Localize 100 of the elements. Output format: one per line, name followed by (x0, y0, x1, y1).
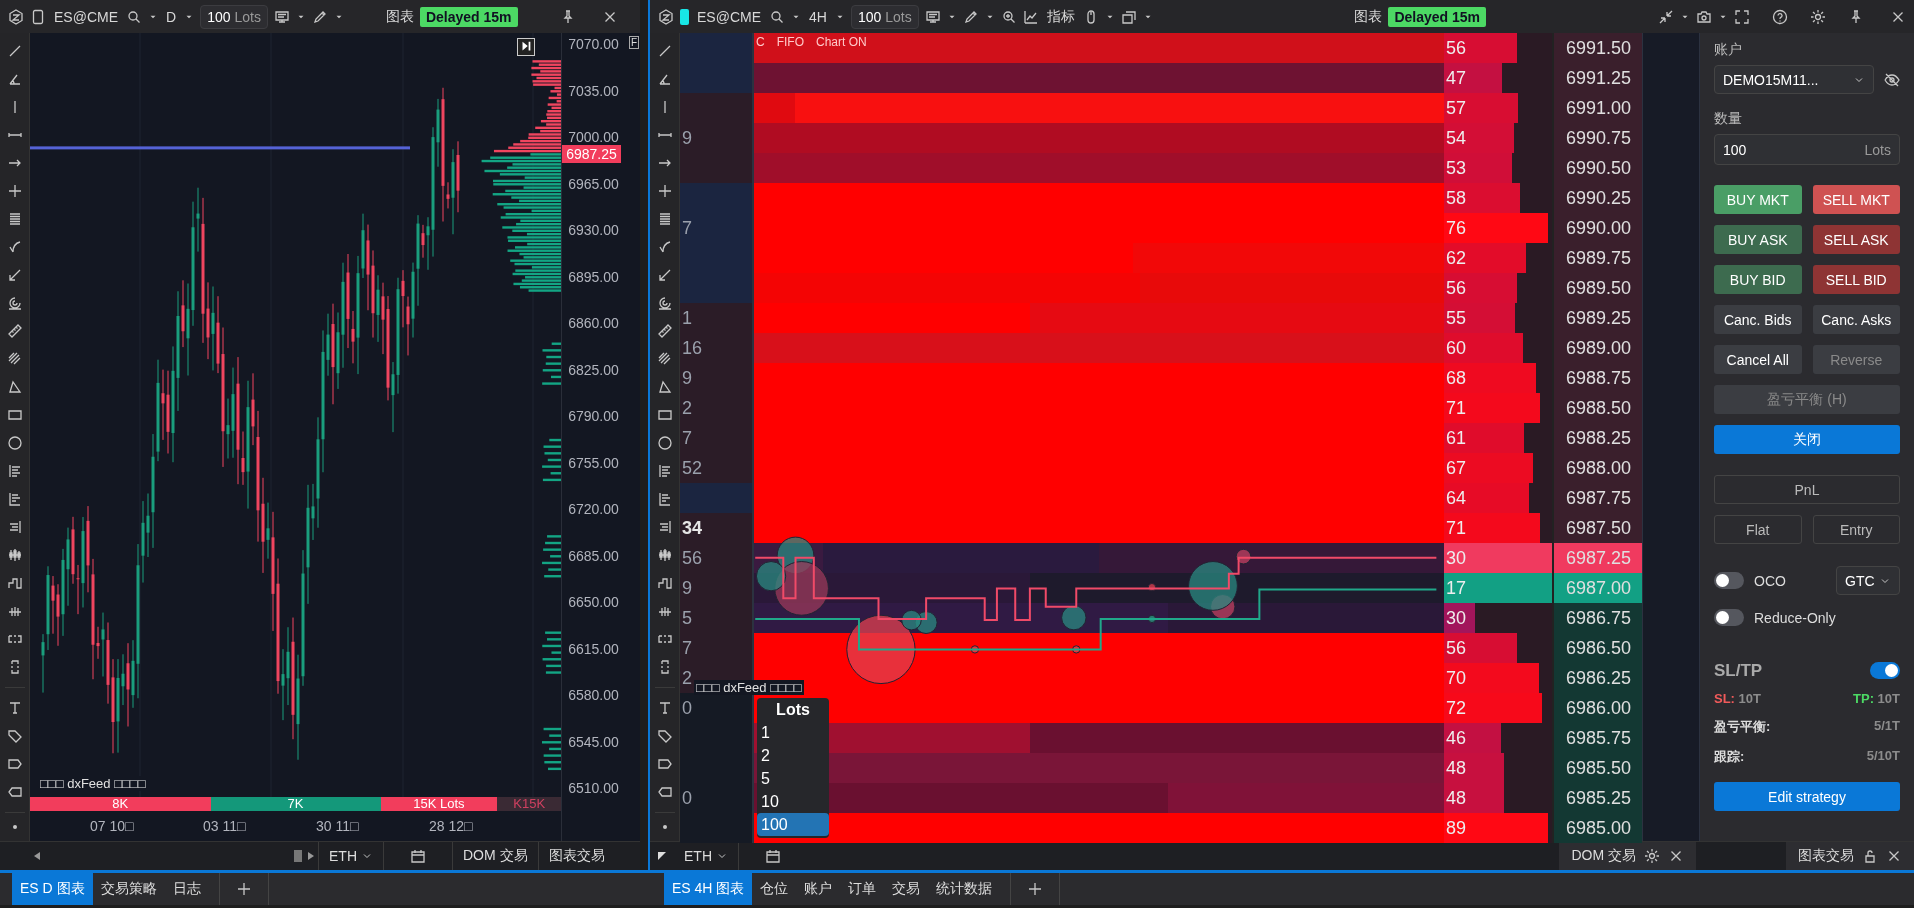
edit-strategy-button[interactable]: Edit strategy (1714, 782, 1900, 811)
price-cell[interactable]: 6989.25 (1552, 303, 1642, 333)
symbol-button[interactable]: ES@CME (695, 8, 763, 25)
timeframe-button[interactable]: 4H (807, 8, 829, 25)
menu-item[interactable]: 10 (757, 790, 829, 813)
order-button[interactable]: Canc. Bids (1714, 305, 1802, 334)
date-label: 28 12□ (429, 818, 473, 834)
menu-item[interactable]: 5 (757, 767, 829, 790)
time-in-force-dropdown[interactable]: GTC (1836, 566, 1900, 595)
price-label: 6685.00 (568, 547, 619, 564)
volume-value: 56 (1445, 37, 1468, 60)
entry-button[interactable]: Entry (1812, 515, 1900, 544)
menu-item[interactable]: 1 (757, 721, 829, 744)
price-label: 6580.00 (568, 687, 619, 703)
pnl-button[interactable]: PnL (1714, 475, 1900, 504)
price-cell[interactable]: 6985.75 (1552, 723, 1642, 753)
account-dropdown[interactable]: DEMO15M11... (1714, 65, 1874, 94)
tab[interactable]: 账户 (796, 873, 841, 905)
volume-cell: 9 (680, 123, 754, 153)
unit-label: Lots (1864, 141, 1891, 158)
price-label: 6650.00 (568, 594, 619, 610)
quantity-field[interactable]: 100 Lots (1714, 134, 1900, 165)
volume-segment: 15K Lots (380, 797, 498, 811)
tab[interactable]: 日志 (164, 873, 209, 905)
order-button[interactable]: Canc. Asks (1812, 305, 1900, 334)
volume-value: 53 (1445, 157, 1468, 180)
price-cell[interactable]: 6986.00 (1552, 693, 1642, 723)
menu-item[interactable]: 2 (757, 744, 829, 767)
price-cell[interactable]: 6989.00 (1552, 333, 1642, 363)
status-badge: Delayed 15m (1388, 6, 1486, 27)
tab[interactable]: ES D 图表 (12, 873, 93, 905)
volume-value: 56 (1445, 277, 1468, 300)
auto-scale-button[interactable]: F (628, 36, 639, 49)
volume-value: 67 (1445, 457, 1468, 480)
price-cell[interactable]: 6990.00 (1552, 213, 1642, 243)
session-dropdown[interactable]: ETH (674, 842, 738, 870)
tab[interactable]: 交易策略 (92, 873, 165, 905)
price-cell[interactable]: 6990.25 (1552, 183, 1642, 213)
tab[interactable]: 订单 (840, 873, 885, 905)
toggle-label: Reduce-Only (1754, 609, 1836, 626)
volume-cell: 9 (680, 363, 754, 393)
price-cell[interactable]: 6989.50 (1552, 273, 1642, 303)
tp-label: TP: (1853, 691, 1874, 706)
volume-cell: 16 (680, 333, 754, 363)
timeframe-button[interactable]: D (164, 8, 179, 25)
order-button[interactable]: SELL ASK (1812, 225, 1900, 254)
price-label: 6860.00 (568, 315, 619, 331)
price-cell[interactable]: 6986.25 (1552, 663, 1642, 693)
volume-value: 61 (1445, 427, 1468, 450)
order-button[interactable]: SELL BID (1812, 265, 1900, 294)
volume-cell: 0 (680, 693, 754, 723)
account-label: 账户 (1714, 41, 1743, 59)
price-cell[interactable]: 6989.75 (1552, 243, 1642, 273)
quantity-field[interactable]: 100 Lots (200, 4, 268, 29)
price-cell[interactable]: 6986.75 (1552, 603, 1642, 633)
price-cell[interactable]: 6991.50 (1552, 33, 1642, 63)
price-cell[interactable]: 6990.50 (1552, 153, 1642, 183)
order-button[interactable]: SELL MKT (1812, 185, 1900, 214)
status-label: FIFO (776, 35, 804, 49)
price-cell[interactable]: 6988.50 (1552, 393, 1642, 423)
menu-item[interactable]: 100 (757, 813, 829, 836)
price-label: 7070.00 (568, 36, 619, 52)
order-button[interactable]: BUY BID (1714, 265, 1802, 294)
close-button[interactable]: 关闭 (1714, 425, 1900, 454)
price-cell[interactable]: 6985.25 (1552, 783, 1642, 813)
volume-cell: 7 (680, 423, 754, 453)
volume-value: 48 (1445, 757, 1468, 780)
price-cell[interactable]: 6991.25 (1552, 63, 1642, 93)
price-cell[interactable]: 6987.75 (1552, 483, 1642, 513)
tab[interactable]: 仓位 (752, 873, 797, 905)
volume-cell: 7 (680, 213, 754, 243)
quantity-field[interactable]: 100 Lots (850, 4, 919, 29)
price-cell[interactable]: 6988.75 (1552, 363, 1642, 393)
price-cell[interactable]: 6988.25 (1552, 423, 1642, 453)
volume-value: 71 (1445, 517, 1468, 540)
symbol-button[interactable]: ES@CME (52, 8, 120, 25)
flat-button[interactable]: Flat (1714, 515, 1802, 544)
volume-value: 57 (1445, 97, 1468, 120)
volume-value: 58 (1445, 187, 1468, 210)
price-label: 6825.00 (568, 361, 619, 378)
tab[interactable]: 统计数据 (928, 873, 1001, 905)
feed-note: □□□ dxFeed □□□□ (38, 776, 148, 791)
indicators-button[interactable]: 指标 (1044, 7, 1077, 26)
price-label: 6755.00 (568, 454, 619, 471)
price-cell[interactable]: 6991.00 (1552, 93, 1642, 123)
current-price-tag: 6987.25 (562, 145, 621, 164)
price-cell[interactable]: 6987.50 (1552, 513, 1642, 543)
price-cell[interactable]: 6985.50 (1552, 753, 1642, 783)
price-cell[interactable]: 6990.75 (1552, 123, 1642, 153)
tab[interactable]: 交易 (884, 873, 929, 905)
setting-label: 盈亏平衡: (1714, 718, 1771, 736)
price-cell[interactable]: 6988.00 (1552, 453, 1642, 483)
price-cell[interactable]: 6985.00 (1552, 813, 1642, 843)
order-button[interactable]: Cancel All (1714, 345, 1802, 374)
order-button[interactable]: BUY ASK (1714, 225, 1802, 254)
volume-value: 48 (1445, 787, 1468, 810)
section-title: SL/TP (1714, 660, 1763, 681)
price-label: 6720.00 (568, 501, 619, 517)
tab[interactable]: ES 4H 图表 (663, 873, 753, 905)
price-cell[interactable]: 6986.50 (1552, 633, 1642, 663)
